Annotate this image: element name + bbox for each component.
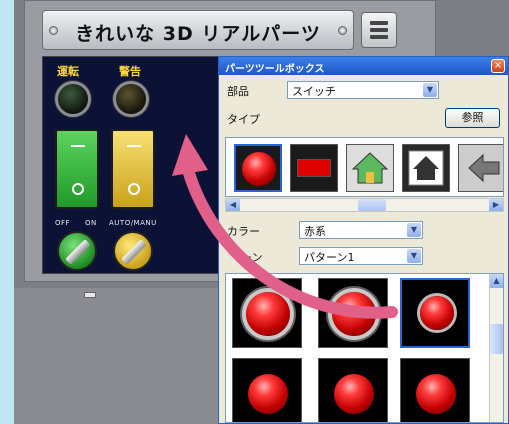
menu-icon (370, 35, 388, 39)
red-button-icon (334, 374, 374, 414)
home-icon (408, 150, 444, 186)
parts-toolbox-window[interactable]: パーツツールボックス × 部品 スイッチ ▼ タイプ 参照 ◀ ▶ カラー 赤系… (218, 56, 509, 424)
type-tile-arrow-left[interactable] (458, 144, 503, 192)
on-mark-icon (127, 145, 141, 147)
rect-button-icon (297, 159, 331, 177)
close-icon[interactable]: × (491, 59, 505, 73)
color-select[interactable]: 赤系 ▼ (299, 221, 423, 239)
warning-lamp[interactable] (113, 81, 149, 117)
type-tile-round-button[interactable] (234, 144, 282, 192)
scroll-thumb[interactable] (490, 324, 503, 354)
type-label: タイプ (227, 113, 260, 126)
color-label: カラー (227, 225, 260, 238)
yellow-rocker-switch[interactable] (111, 129, 155, 209)
chevron-down-icon[interactable]: ▼ (423, 83, 437, 97)
type-tile-home-dark[interactable] (402, 144, 450, 192)
gallery-scrollbar[interactable]: ▲ (489, 274, 503, 422)
type-tile-rect-button[interactable] (290, 144, 338, 192)
parts-gallery: ▲ (225, 273, 504, 423)
chevron-left-icon[interactable]: ◀ (226, 199, 240, 211)
gallery-item-plain-button[interactable] (318, 358, 388, 422)
selector-knob-icon (65, 239, 91, 265)
pattern-select-value: パターン1 (304, 251, 355, 264)
red-button-icon (416, 374, 456, 414)
home-icon (351, 152, 389, 184)
menu-button[interactable] (361, 12, 397, 48)
type-tile-home-color[interactable] (346, 144, 394, 192)
yellow-selector-switch[interactable] (113, 231, 153, 271)
browse-button[interactable]: 参照 (445, 108, 500, 128)
chevron-down-icon[interactable]: ▼ (407, 223, 421, 237)
chevron-up-icon[interactable]: ▲ (490, 274, 503, 288)
menu-icon (370, 21, 388, 25)
arrow-left-icon (468, 153, 500, 183)
gallery-item-plain-button[interactable] (400, 358, 470, 422)
red-button-icon (332, 292, 376, 336)
round-button-icon (242, 152, 276, 186)
selector-label-off: OFF (55, 219, 71, 227)
title-nameplate: きれいな 3D リアルパーツ (42, 10, 354, 50)
green-selector-switch[interactable] (57, 231, 97, 271)
gallery-item-bezel-button[interactable] (318, 278, 388, 348)
green-rocker-switch[interactable] (55, 129, 99, 209)
selector-label-auto-manu: AUTO/MANU (109, 219, 157, 227)
red-button-icon (420, 296, 454, 330)
red-button-icon (248, 374, 288, 414)
lamp-label-warning: 警告 (119, 65, 141, 78)
part-label: 部品 (227, 85, 249, 98)
part-select[interactable]: スイッチ ▼ (287, 81, 439, 99)
menu-icon (370, 28, 388, 32)
gallery-item-bezel-button[interactable] (232, 278, 302, 348)
type-list (225, 137, 504, 197)
on-mark-icon (71, 145, 85, 147)
chevron-right-icon[interactable]: ▶ (489, 199, 503, 211)
off-mark-icon (72, 183, 84, 195)
selector-knob-icon (121, 239, 147, 265)
pattern-label: ーン (241, 251, 263, 264)
color-select-value: 赤系 (304, 225, 326, 238)
lamp-label-run: 運転 (57, 65, 79, 78)
gallery-item-small-button[interactable] (400, 278, 470, 348)
status-indicator (84, 292, 96, 298)
part-select-value: スイッチ (292, 85, 336, 98)
gallery-item-plain-button[interactable] (232, 358, 302, 422)
pattern-select[interactable]: パターン1 ▼ (299, 247, 423, 265)
window-title: パーツツールボックス (225, 64, 325, 75)
red-button-icon (246, 292, 290, 336)
page-title: きれいな 3D リアルパーツ (75, 23, 321, 45)
window-titlebar[interactable]: パーツツールボックス × (219, 57, 508, 75)
selector-label-on: ON (85, 219, 97, 227)
off-mark-icon (128, 183, 140, 195)
type-list-scrollbar[interactable]: ◀ ▶ (225, 198, 504, 212)
run-lamp[interactable] (55, 81, 91, 117)
scroll-thumb[interactable] (358, 199, 386, 211)
chevron-down-icon[interactable]: ▼ (407, 249, 421, 263)
